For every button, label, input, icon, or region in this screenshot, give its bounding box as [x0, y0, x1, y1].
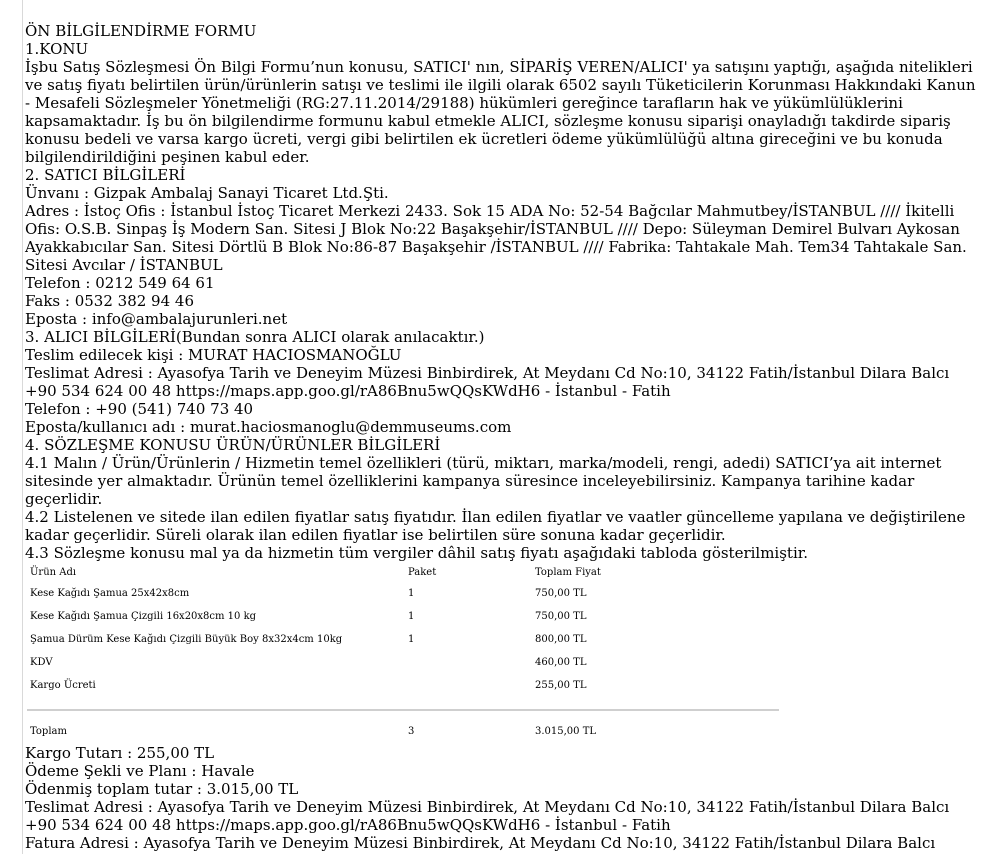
seller-email: Eposta : info@ambalajurunleri.net [25, 310, 288, 328]
buyer-delivery-address: Teslimat Adresi : Ayasofya Tarih ve Dene… [25, 364, 950, 400]
section-2-heading: 2. SATICI BİLGİLERİ [25, 166, 186, 184]
cell-product-name: Kargo Ücreti [30, 679, 96, 691]
total-label: Toplam [30, 726, 67, 737]
header-total-price: Toplam Fiyat [535, 567, 601, 578]
section-3-heading: 3. ALICI BİLGİLERİ(Bundan sonra ALICI ol… [25, 328, 485, 346]
header-package: Paket [408, 567, 437, 578]
clause-4-2: 4.2 Listelenen ve sitede ilan edilen fiy… [25, 508, 966, 544]
document-viewport: ÖN BİLGİLENDİRME FORMU 1.KONU İşbu Satış… [0, 0, 992, 854]
seller-address: Adres : İstoç Ofis : İstanbul İstoç Tica… [25, 202, 967, 274]
header-product-name: Ürün Adı [30, 567, 77, 578]
seller-title: Ünvanı : Gizpak Ambalaj Sanayi Ticaret L… [25, 184, 389, 202]
total-package: 3 [408, 726, 415, 737]
payment-summary: Kargo Tutarı : 255,00 TL Ödeme Şekli ve … [25, 744, 980, 852]
seller-fax: Faks : 0532 382 94 46 [25, 292, 194, 310]
section-4-heading: 4. SÖZLEŞME KONUSU ÜRÜN/ÜRÜNLER BİLGİLER… [25, 436, 441, 454]
paid-total: Ödenmiş toplam tutar : 3.015,00 TL [25, 780, 299, 798]
cell-package [405, 674, 532, 697]
cell-product-name: Şamua Dürüm Kese Kağıdı Çizgili Büyük Bo… [30, 633, 343, 645]
cell-product-name: Kese Kağıdı Şamua 25x42x8cm [30, 587, 190, 599]
cell-price: 460,00 TL [535, 656, 587, 668]
shipping-amount: Kargo Tutarı : 255,00 TL [25, 744, 215, 762]
pre-information-form: ÖN BİLGİLENDİRME FORMU 1.KONU İşbu Satış… [25, 22, 980, 852]
cell-price: 750,00 TL [535, 610, 587, 622]
form-title: ÖN BİLGİLENDİRME FORMU [25, 22, 257, 40]
invoice-address: Fatura Adresi : Ayasofya Tarih ve Deneyi… [25, 834, 936, 852]
section-1-heading: 1.KONU [25, 40, 89, 58]
cell-package [405, 651, 532, 674]
clause-4-3: 4.3 Sözleşme konusu mal ya da hizmetin t… [25, 544, 809, 562]
table-header-row: Ürün Adı Paket Toplam Fiyat [27, 564, 779, 582]
cell-package: 1 [408, 633, 415, 645]
cell-product-name: KDV [30, 656, 53, 668]
product-table: Ürün Adı Paket Toplam Fiyat Kese Kağıdı … [27, 564, 779, 743]
table-total-row: Toplam 3 3.015,00 TL [27, 710, 779, 743]
left-border-line [22, 0, 23, 854]
cell-package: 1 [408, 587, 415, 599]
clause-4-1: 4.1 Malın / Ürün/Ürünlerin / Hizmetin te… [25, 454, 942, 508]
cell-product-name: Kese Kağıdı Şamua Çizgili 16x20x8cm 10 k… [30, 610, 257, 622]
cell-package: 1 [408, 610, 415, 622]
delivery-address: Teslimat Adresi : Ayasofya Tarih ve Dene… [25, 798, 950, 834]
buyer-phone: Telefon : +90 (541) 740 73 40 [25, 400, 254, 418]
total-price: 3.015,00 TL [535, 726, 597, 737]
table-row: Kese Kağıdı Şamua 25x42x8cm 1 750,00 TL [27, 582, 779, 605]
cell-price: 800,00 TL [535, 633, 587, 645]
buyer-recipient: Teslim edilecek kişi : MURAT HACIOSMANOĞ… [25, 346, 402, 364]
cell-price: 750,00 TL [535, 587, 587, 599]
section-1-body: İşbu Satış Sözleşmesi Ön Bilgi Formu’nun… [25, 58, 976, 166]
table-row: KDV 460,00 TL [27, 651, 779, 674]
buyer-email: Eposta/kullanıcı adı : murat.haciosmanog… [25, 418, 512, 436]
payment-method: Ödeme Şekli ve Planı : Havale [25, 762, 255, 780]
table-row: Şamua Dürüm Kese Kağıdı Çizgili Büyük Bo… [27, 628, 779, 651]
table-row: Kese Kağıdı Şamua Çizgili 16x20x8cm 10 k… [27, 605, 779, 628]
seller-phone: Telefon : 0212 549 64 61 [25, 274, 215, 292]
table-row: Kargo Ücreti 255,00 TL [27, 674, 779, 697]
table-divider [27, 697, 779, 711]
cell-price: 255,00 TL [535, 679, 587, 691]
